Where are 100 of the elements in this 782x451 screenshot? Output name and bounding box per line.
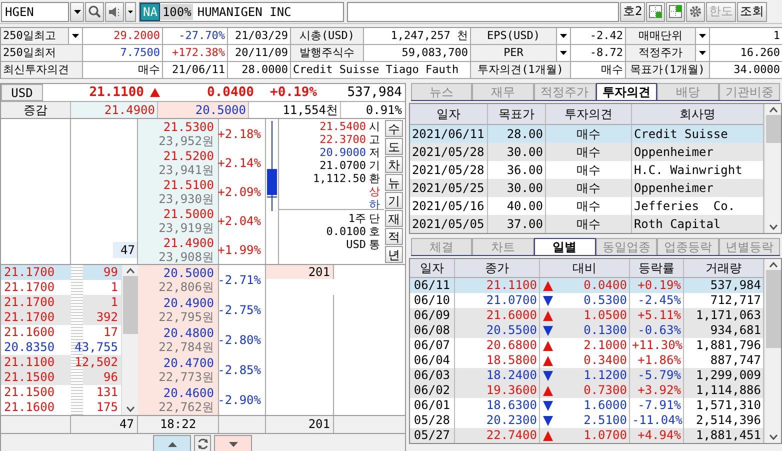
table-row[interactable]: 06/08 20.5500 0.1300 -0.63% 934,681 [410,323,764,338]
table-cell: 0.3400 [584,353,627,368]
settings-button[interactable] [686,2,706,22]
side-tab-button[interactable]: 수 [385,120,403,137]
dropdown-button[interactable] [557,28,571,45]
trade-row[interactable]: 21.1700 1 [1,295,121,310]
best-ask-price: 21.4900 [71,102,158,118]
table-row[interactable]: 2021/05/05 37.00 매수 Roth Capital [410,215,764,233]
layout-button[interactable] [646,2,666,22]
table-row[interactable]: 2021/05/28 30.00 매수 Oppenheimer [410,143,764,161]
speaker-button[interactable] [105,2,124,22]
scrollbar[interactable] [764,259,781,443]
chevron-up-icon[interactable] [126,268,134,274]
text-button[interactable]: 호2 [620,2,646,22]
stat-value: 20.9000 [320,146,366,158]
chevron-down-icon[interactable] [768,434,778,440]
table-cell: 30.00 [488,179,546,197]
field-label: 발행주식수 [291,45,364,62]
side-tab-button[interactable]: 기 [385,192,403,209]
scrollbar-thumb[interactable] [766,270,780,348]
side-tab-button[interactable]: 적 [385,228,403,245]
text-field[interactable] [347,2,619,22]
side-tab-button[interactable]: 차 [385,156,403,173]
tab[interactable]: 투자의견 [596,83,658,100]
change-percent: -2.80% [218,333,261,347]
scrollbar[interactable] [764,104,781,233]
stat-value: 1,112.50 [313,172,366,184]
stat-label: 환 [368,172,380,184]
ask-quantity: 47 [113,242,138,258]
scroll-up-button[interactable] [153,435,192,451]
scrollbar-thumb[interactable] [766,115,780,143]
trade-row[interactable]: 21.1600 17 [1,325,121,340]
won-price: 23,941원 [158,162,214,176]
dropdown-button[interactable] [69,28,83,45]
trade-row[interactable]: 21.1700 1 [1,280,121,295]
spec-value: 1주 [348,212,366,224]
table-row[interactable]: 06/02 19.3600 0.7300 +3.92% 1,114,886 [410,383,764,398]
trade-row[interactable]: 21.1100 12,502 [1,355,121,370]
change-percent: -2.90% [218,393,261,407]
table-row[interactable]: 2021/06/11 28.00 매수 Credit Suisse [410,125,764,143]
target-price: 28.0000 [228,62,291,79]
table-row[interactable]: 05/27 22.7400 1.0700 +4.94% 1,881,451 [410,428,764,443]
table-row[interactable]: 2021/05/25 30.00 매수 Oppenheimer [410,179,764,197]
dropdown-button[interactable] [696,28,710,45]
table-cell: 06/11 [410,278,455,293]
bid-price: 20.4900 [163,296,214,310]
text-button[interactable]: 조회 [737,2,768,22]
table-row[interactable]: 06/11 21.1100 0.0400 +0.19% 537,984 [410,278,764,293]
dropdown-button[interactable] [696,45,710,62]
chevron-up-icon[interactable] [768,262,778,268]
volume-value: 537,984 [346,84,403,100]
symbol-field[interactable]: HGEN [1,2,69,22]
chevron-down-icon[interactable] [126,406,134,412]
side-tab-button[interactable]: 재 [385,210,403,227]
search-button[interactable] [85,2,104,22]
table-cell: 매수 [546,215,632,233]
stat-value: 21.0700 [320,160,366,172]
tab[interactable]: 일별 [534,238,596,255]
side-tab-button[interactable]: 년 [385,246,403,263]
dropdown-button[interactable] [70,2,84,22]
table-cell: 2.1000 [584,338,627,353]
table-cell: 19.3600 [454,383,540,398]
row-label: 최신투자의견 [1,62,83,79]
scroll-down-button[interactable] [214,435,252,451]
bid-price: 20.5000 [163,266,214,280]
trade-row[interactable]: 21.1500 96 [1,370,121,385]
table-cell: 0.7300 [584,383,627,398]
dropdown-button[interactable] [557,45,571,62]
spec-label: 단 [368,212,380,224]
trade-price: 20.8350 [3,340,56,355]
refresh-button[interactable] [194,435,212,451]
won-price: 22,795원 [158,310,214,324]
table-cell: 1.1200 [584,368,627,383]
trade-row[interactable]: 21.1700 392 [1,310,121,325]
scrollbar[interactable] [121,265,138,415]
chevron-up-icon[interactable] [768,107,778,113]
table-cell: 2021/05/25 [410,179,488,197]
trade-row[interactable]: 21.1500 131 [1,385,121,400]
layout-button[interactable] [666,2,686,22]
side-tab-button[interactable]: 뉴 [385,174,403,191]
table-cell: +3.92% [630,383,684,398]
table-row[interactable]: 06/09 21.6000 1.0500 +5.11% 1,171,063 [410,308,764,323]
won-price: 22,784원 [158,340,214,354]
trade-row[interactable]: 21.1700 99 [1,265,121,280]
table-row[interactable]: 06/03 18.2400 1.1200 -5.79% 1,299,009 [410,368,764,383]
bid-total: 201 [266,416,334,433]
table-cell: 0.1300 [584,323,627,338]
won-price: 23,952원 [158,134,214,148]
amount-value: 11,554천 [249,102,341,118]
trade-row[interactable]: 20.8350 43,755 [1,340,121,355]
field-value: 16.260 [710,45,782,62]
side-tab-button[interactable]: 도 [385,138,403,155]
table-cell: 1.0500 [584,308,627,323]
table-cell: +11.30% [630,338,684,353]
dropdown-button[interactable] [125,2,136,22]
chevron-down-icon[interactable] [768,224,778,230]
scrollbar-thumb[interactable] [122,276,138,334]
ratio-value: 0.91% [364,102,403,118]
field-label: EPS(USD) [471,28,557,45]
trade-row[interactable]: 21.1600 175 [1,400,121,415]
